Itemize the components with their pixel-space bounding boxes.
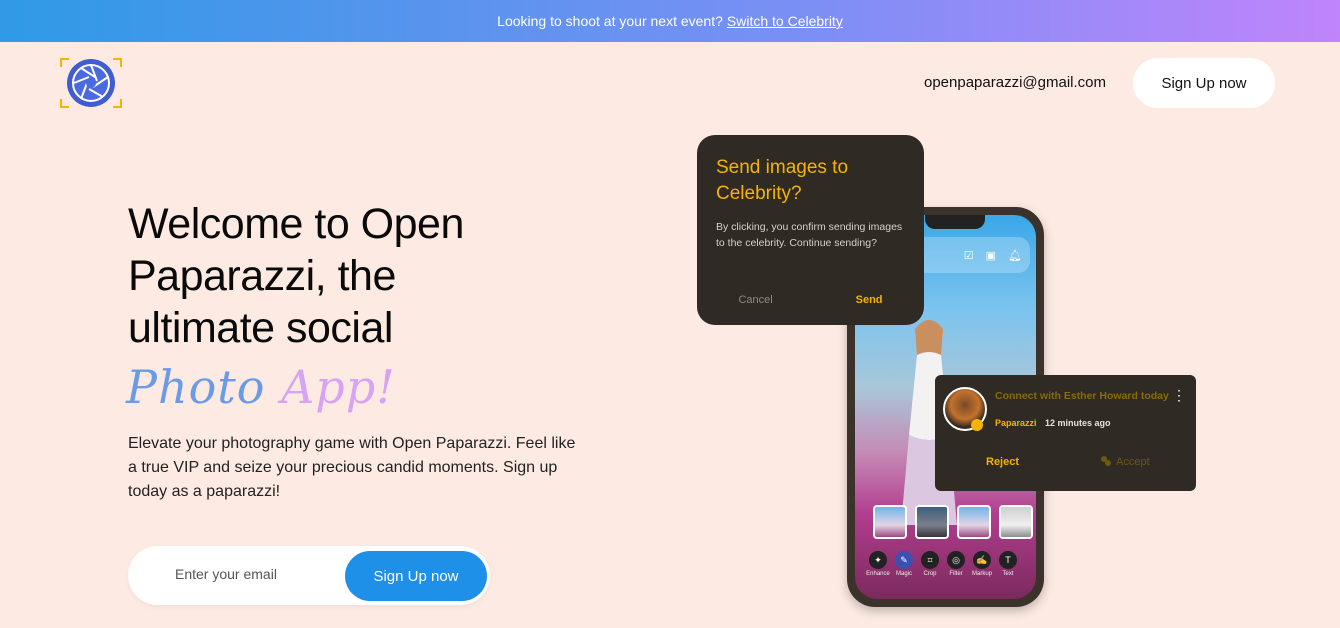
filter-icon: ◎ xyxy=(947,551,965,569)
tool-enhance[interactable]: ✦ Enhance xyxy=(866,551,890,577)
notification-title: Connect with Esther Howard today xyxy=(995,390,1169,402)
notification-app-name: Paparazzi xyxy=(995,418,1037,428)
notification-reject-button[interactable]: Reject xyxy=(986,456,1019,468)
edit-toolbar: ✦ Enhance ✎ Magic ⌗ Crop ◎ Filter ✍ Markup TT… xyxy=(866,551,1017,577)
photo-thumbnail[interactable] xyxy=(957,505,991,539)
script-word-app: App! xyxy=(281,360,396,414)
email-input[interactable] xyxy=(175,566,335,582)
tool-filter[interactable]: ◎ Filter xyxy=(947,551,965,577)
dialog-title: Send images to Celebrity? xyxy=(716,157,849,204)
banner-text: Looking to shoot at your next event? xyxy=(497,13,723,29)
announcement-banner: Looking to shoot at your next event? Swi… xyxy=(0,0,1340,42)
contact-email[interactable]: openpaparazzi@gmail.com xyxy=(924,74,1106,91)
tool-label: Filter xyxy=(949,571,963,577)
tool-text[interactable]: T Text xyxy=(999,551,1017,577)
switch-to-celebrity-link[interactable]: Switch to Celebrity xyxy=(727,13,843,29)
dialog-actions: Cancel Send xyxy=(697,294,924,306)
more-options-icon[interactable]: ⋮ xyxy=(1172,387,1186,404)
hero-description: Elevate your photography game with Open … xyxy=(128,435,576,500)
camera-shutter-icon xyxy=(60,58,122,108)
header-signup-button[interactable]: Sign Up now xyxy=(1133,58,1275,108)
check-icon: ☑ xyxy=(963,249,974,262)
markup-icon: ✍ xyxy=(973,551,991,569)
tool-label: Enhance xyxy=(866,571,890,577)
hero-script-tagline: Photo App! xyxy=(126,360,396,414)
gallery-icon: ▣ xyxy=(985,249,997,262)
notification-accept-button[interactable]: Accept xyxy=(1116,456,1150,468)
app-badge-icon xyxy=(971,419,983,431)
tool-label: Magic xyxy=(895,571,912,577)
script-word-photo: Photo xyxy=(126,360,266,414)
connection-notification: Connect with Esther Howard today ⋮ Papar… xyxy=(935,375,1196,491)
signup-submit-button[interactable]: Sign Up now xyxy=(345,551,487,601)
dialog-cancel-button[interactable]: Cancel xyxy=(738,294,772,306)
magic-icon: ✎ xyxy=(895,551,913,569)
text-icon: T xyxy=(999,551,1017,569)
enhance-icon: ✦ xyxy=(869,551,887,569)
notification-time: 12 minutes ago xyxy=(1045,418,1111,428)
tool-label: Markup xyxy=(972,571,993,577)
photo-thumbnail[interactable] xyxy=(915,505,949,539)
tool-magic[interactable]: ✎ Magic xyxy=(895,551,913,577)
app-logo[interactable] xyxy=(59,57,123,109)
dialog-body: By clicking, you confirm sending images … xyxy=(716,221,903,249)
photo-thumbnail[interactable] xyxy=(873,505,907,539)
accept-icon xyxy=(1101,456,1111,466)
signup-form: Sign Up now xyxy=(128,546,490,605)
dialog-send-button[interactable]: Send xyxy=(856,294,883,306)
send-images-dialog: Send images to Celebrity? By clicking, y… xyxy=(697,135,924,325)
tool-crop[interactable]: ⌗ Crop xyxy=(921,551,939,577)
tool-markup[interactable]: ✍ Markup xyxy=(972,551,993,577)
tool-label: Text xyxy=(1002,571,1014,577)
photo-thumbnail[interactable] xyxy=(999,505,1033,539)
crop-icon: ⌗ xyxy=(921,551,939,569)
phone-notch xyxy=(925,215,985,229)
photo-thumbnails xyxy=(873,505,1033,539)
tool-label: Crop xyxy=(923,571,937,577)
bell-icon: 🔔︎ xyxy=(1008,249,1022,262)
hero-title: Welcome to Open Paparazzi, the ultimate … xyxy=(128,200,464,352)
